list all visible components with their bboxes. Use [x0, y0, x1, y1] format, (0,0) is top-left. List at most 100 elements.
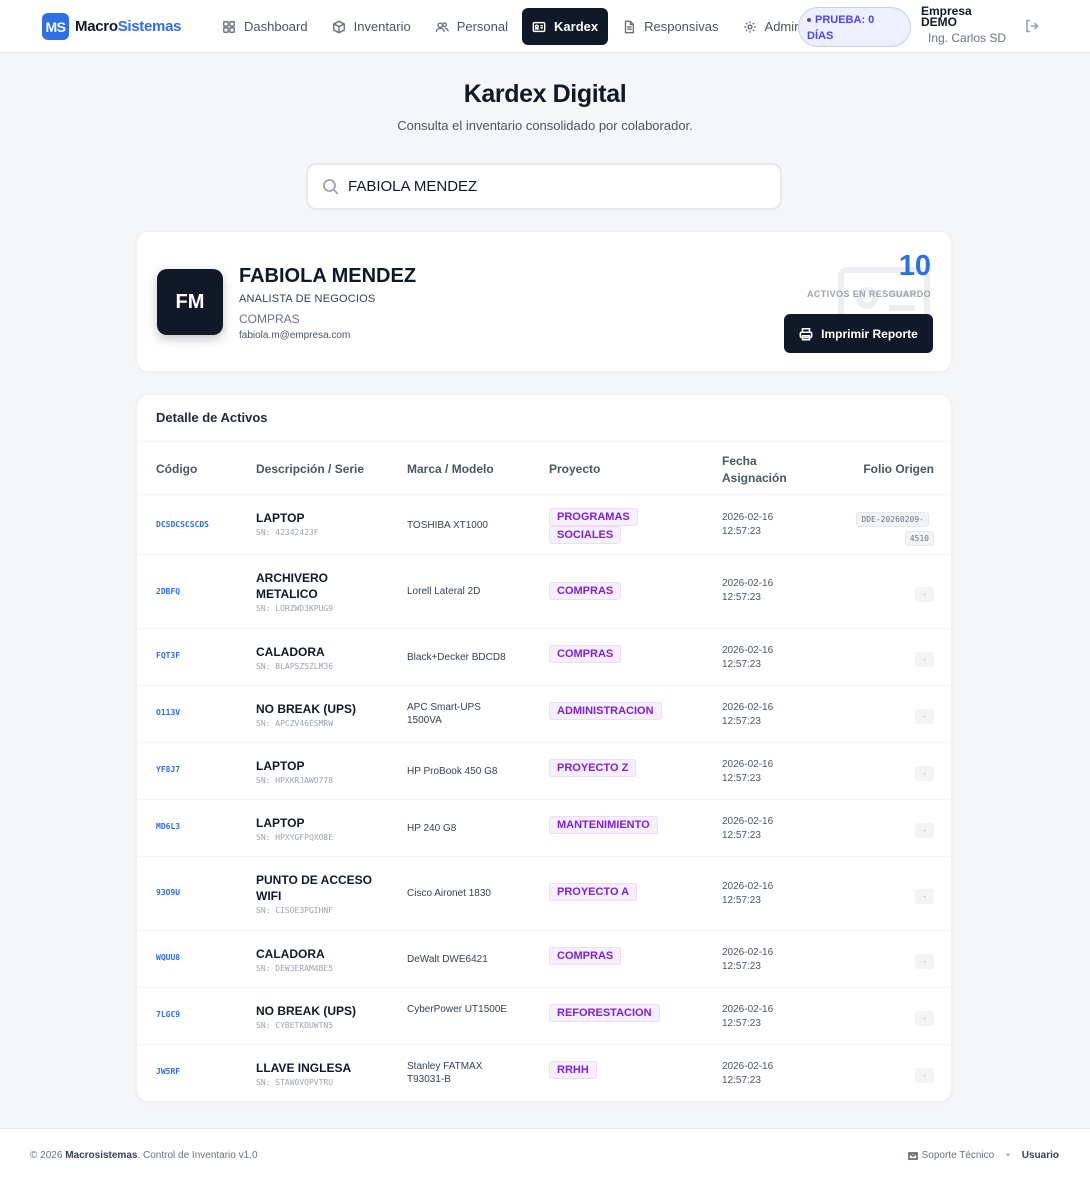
asset-date-time: 12:57:23 — [722, 961, 761, 972]
asset-date: 2026-02-16 12:57:23 — [722, 511, 773, 539]
asset-folio: - — [915, 886, 934, 904]
asset-folio: - — [915, 1065, 934, 1083]
printer-icon — [799, 327, 813, 340]
asset-project: ADMINISTRACION — [549, 701, 662, 720]
asset-date-time: 12:57:23 — [722, 830, 761, 841]
brand-mark: MS — [42, 13, 69, 40]
nav-inventario-label: Inventario — [353, 19, 411, 34]
asset-date-time: 12:57:23 — [722, 716, 761, 727]
footer-user[interactable]: Usuario — [1022, 1150, 1059, 1161]
asset-name: LAPTOP — [256, 759, 305, 773]
asset-date-day: 2026-02-16 — [722, 881, 774, 892]
project-badge: MANTENIMIENTO — [549, 816, 658, 834]
asset-model: Lorell Lateral 2D — [407, 586, 481, 597]
asset-date-day: 2026-02-16 — [722, 1004, 774, 1015]
nav-kardex[interactable]: Kardex — [522, 8, 609, 45]
asset-model: HP ProBook 450 G8 — [407, 766, 498, 777]
asset-folio: - — [915, 951, 934, 969]
support-link[interactable]: Soporte Técnico — [922, 1150, 995, 1161]
asset-date: 2026-02-16 12:57:23 — [722, 815, 773, 843]
trial-line2: DÍAS — [807, 30, 834, 42]
nav-responsivas-label: Responsivas — [644, 19, 719, 34]
main-nav: Dashboard Inventario Personal Kardex Res… — [212, 8, 815, 45]
asset-name: LAPTOP — [256, 816, 305, 830]
nav-personal-label: Personal — [456, 19, 509, 34]
folio-badge[interactable]: DDE-20260209-4510 — [856, 512, 934, 546]
table-row[interactable]: DCSDCSCSCDS LAPTOP SN: 42342423F TOSHIBA XT… — [137, 495, 951, 555]
asset-date-time: 12:57:23 — [722, 773, 761, 784]
table-row[interactable]: 93O9U PUNTO DE ACCESO WIFI SN: CISOE3PGIHN… — [137, 857, 951, 931]
asset-date-time: 12:57:23 — [722, 895, 761, 906]
table-row[interactable]: 2DBFQ ARCHIVERO METALICO SN: LORZWD3KPUG9 L… — [137, 555, 951, 629]
assets-detail-card: Detalle de Activos Código Descripción / … — [136, 394, 952, 1102]
employee-search[interactable] — [306, 163, 782, 210]
top-navbar: MS MacroSistemas Dashboard Inventario Pe… — [0, 0, 1090, 53]
th-date: Fecha Asignación — [722, 454, 787, 485]
logout-button[interactable] — [1024, 18, 1040, 34]
asset-serial: SN: 42342423F — [256, 528, 319, 537]
asset-code[interactable]: JW5RF — [156, 1067, 180, 1076]
asset-code[interactable]: 7LGC9 — [156, 1010, 180, 1019]
asset-serial: SN: CISOE3PGIHNF — [256, 906, 334, 915]
table-row[interactable]: WQUU8 CALADORA SN: DEW3ERAM4BE5 DeWalt DWE6… — [137, 931, 951, 988]
asset-model: Black+Decker BDCD8 — [407, 652, 506, 663]
asset-code[interactable]: 93O9U — [156, 888, 180, 897]
asset-date: 2026-02-16 12:57:23 — [722, 1003, 773, 1031]
asset-code[interactable]: O113V — [156, 708, 180, 717]
table-row[interactable]: JW5RF LLAVE INGLESA SN: STAW0VQPVTRU Stanle… — [137, 1045, 951, 1101]
table-row[interactable]: 7LGC9 NO BREAK (UPS) SN: CYBETKDUWTN5 Cyber… — [137, 988, 951, 1045]
logout-icon — [1026, 19, 1039, 33]
table-row[interactable]: FQT3F CALADORA SN: BLAP5Z5ZLM36 Black+Decke… — [137, 629, 951, 686]
asset-project: PROYECTO A — [549, 882, 638, 901]
employee-name: FABIOLA MENDEZ — [239, 265, 417, 287]
asset-date-day: 2026-02-16 — [722, 947, 774, 958]
asset-code[interactable]: YF8J7 — [156, 765, 180, 774]
asset-date-day: 2026-02-16 — [722, 759, 774, 770]
print-report-button[interactable]: Imprimir Reporte — [784, 314, 933, 353]
asset-project: MANTENIMIENTO — [549, 815, 658, 834]
asset-date-time: 12:57:23 — [722, 1018, 761, 1029]
employee-profile-card: FM FABIOLA MENDEZ ANALISTA DE NEGOCIOS C… — [136, 231, 952, 372]
trial-badge[interactable]: PRUEBA: 0 DÍAS — [798, 7, 911, 47]
page-title: Kardex Digital — [463, 80, 627, 108]
asset-description: CALADORA SN: DEW3ERAM4BE5 — [256, 946, 386, 973]
search-input[interactable] — [348, 165, 768, 208]
th-code: Código — [156, 462, 198, 476]
nav-inventario[interactable]: Inventario — [322, 8, 421, 45]
asset-name: CALADORA — [256, 645, 325, 659]
folio-empty: - — [915, 954, 934, 969]
folio-empty: - — [915, 587, 934, 602]
asset-folio: - — [915, 763, 934, 781]
id-card-icon — [532, 21, 546, 32]
asset-date-day: 2026-02-16 — [722, 578, 774, 589]
asset-date-day: 2026-02-16 — [722, 1061, 774, 1072]
asset-date-day: 2026-02-16 — [722, 702, 774, 713]
brand-logo[interactable]: MS MacroSistemas — [42, 13, 181, 40]
footer: © 2026 Macrosistemas. Control de Inventa… — [0, 1128, 1090, 1182]
asset-count: 10 — [898, 250, 931, 282]
asset-folio: - — [915, 584, 934, 602]
asset-model: HP 240 G8 — [407, 823, 457, 834]
asset-code[interactable]: 2DBFQ — [156, 587, 180, 596]
asset-code[interactable]: MD6L3 — [156, 822, 180, 831]
asset-serial: SN: STAW0VQPVTRU — [256, 1078, 334, 1087]
th-model: Marca / Modelo — [407, 462, 494, 476]
table-row[interactable]: MD6L3 LAPTOP SN: HPXYGFPQXO8E HP 240 G8 MANT… — [137, 800, 951, 857]
nav-personal[interactable]: Personal — [425, 8, 518, 45]
table-row[interactable]: O113V NO BREAK (UPS) SN: APCZV46ESMRW APC S… — [137, 686, 951, 743]
asset-code[interactable]: DCSDCSCSCDS — [156, 520, 209, 529]
nav-dashboard-label: Dashboard — [244, 19, 308, 34]
folio-empty: - — [915, 889, 934, 904]
asset-code[interactable]: FQT3F — [156, 651, 180, 660]
asset-project: COMPRAS — [549, 644, 622, 663]
asset-model: DeWalt DWE6421 — [407, 954, 488, 965]
nav-dashboard[interactable]: Dashboard — [212, 8, 318, 45]
asset-code[interactable]: WQUU8 — [156, 953, 180, 962]
asset-model: CyberPower UT1500E — [407, 1004, 508, 1015]
nav-responsivas[interactable]: Responsivas — [612, 8, 728, 45]
table-row[interactable]: YF8J7 LAPTOP SN: HPXKRJAWO778 HP ProBook 45… — [137, 743, 951, 800]
asset-project: COMPRAS — [549, 946, 622, 965]
mail-icon — [907, 1151, 918, 1160]
employee-role: ANALISTA DE NEGOCIOS — [239, 293, 376, 305]
box-icon — [332, 20, 345, 33]
